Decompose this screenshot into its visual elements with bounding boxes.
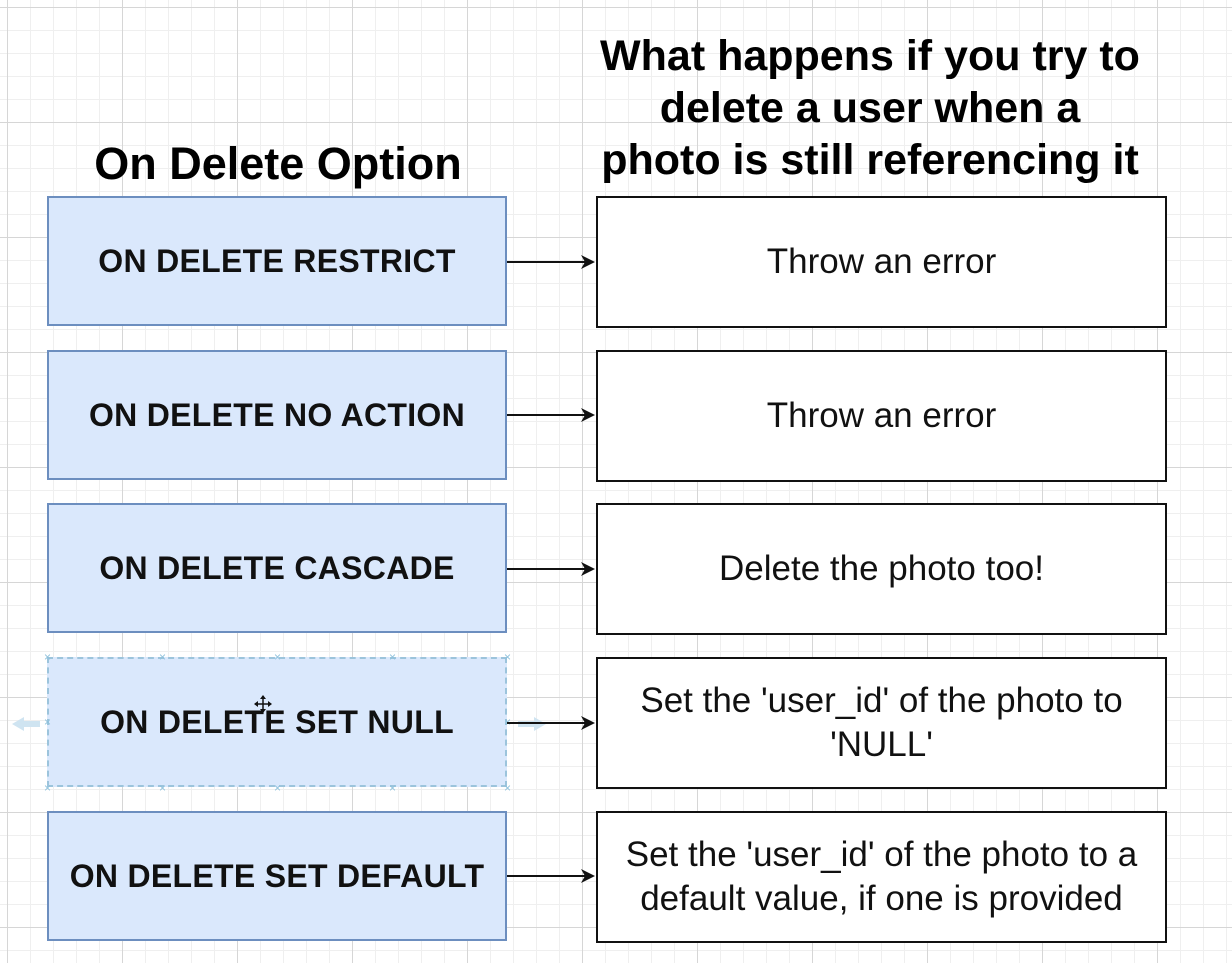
option-box-no-action[interactable]: ON DELETE NO ACTION [47,350,507,480]
right-arrow-icon[interactable] [507,713,597,733]
option-box-restrict[interactable]: ON DELETE RESTRICT [47,196,507,326]
resize-handle[interactable]: × [389,782,396,794]
resize-handle[interactable]: × [44,651,51,663]
result-box-cascade[interactable]: Delete the photo too! [596,503,1167,635]
result-box-restrict[interactable]: Throw an error [596,196,1167,328]
option-label: ON DELETE NO ACTION [88,396,466,433]
right-arrow-icon[interactable] [507,252,597,272]
resize-handle[interactable]: × [44,782,51,794]
resize-handle[interactable]: × [274,651,281,663]
connect-left-arrow-icon[interactable] [10,716,50,732]
right-arrow-icon[interactable] [507,559,597,579]
result-line-2: default value, if one is provided [640,879,1123,918]
result-line-1: Throw an error [766,396,997,435]
result-box-no-action[interactable]: Throw an error [596,350,1167,482]
right-arrow-icon[interactable] [507,866,597,886]
resize-handle[interactable]: × [504,651,511,663]
option-label: ON DELETE SET NULL [100,703,454,740]
option-label: ON DELETE RESTRICT [98,242,456,279]
option-label: ON DELETE CASCADE [99,549,455,586]
resize-handle[interactable]: × [159,782,166,794]
right-heading-line-3: photo is still referencing it [601,136,1139,184]
result-line-1: Delete the photo too! [719,549,1044,588]
option-box-cascade[interactable]: ON DELETE CASCADE [47,503,507,633]
right-arrow-icon[interactable] [507,405,597,425]
right-heading-line-1: What happens if you try to [600,32,1140,80]
option-label: ON DELETE SET DEFAULT [69,857,485,894]
right-column-heading: What happens if you try to delete a user… [570,30,1170,186]
diagram-canvas[interactable]: On Delete Option What happens if you try… [0,0,1232,963]
resize-handle[interactable]: × [159,651,166,663]
result-line-1: Set the 'user_id' of the photo to a [625,835,1138,874]
right-heading-line-2: delete a user when a [659,84,1081,132]
resize-handle[interactable]: × [504,782,511,794]
left-column-heading: On Delete Option [94,138,462,189]
result-line-1: Set the 'user_id' of the photo to [640,681,1123,720]
result-line-2: 'NULL' [830,725,933,764]
resize-handle[interactable]: × [274,782,281,794]
option-box-set-null[interactable]: ON DELETE SET NULL [47,657,507,787]
result-box-set-default[interactable]: Set the 'user_id' of the photo to a defa… [596,811,1167,943]
result-line-1: Throw an error [766,242,997,281]
option-box-set-default[interactable]: ON DELETE SET DEFAULT [47,811,507,941]
result-box-set-null[interactable]: Set the 'user_id' of the photo to 'NULL' [596,657,1167,789]
move-cursor-icon [254,695,272,713]
resize-handle[interactable]: × [389,651,396,663]
